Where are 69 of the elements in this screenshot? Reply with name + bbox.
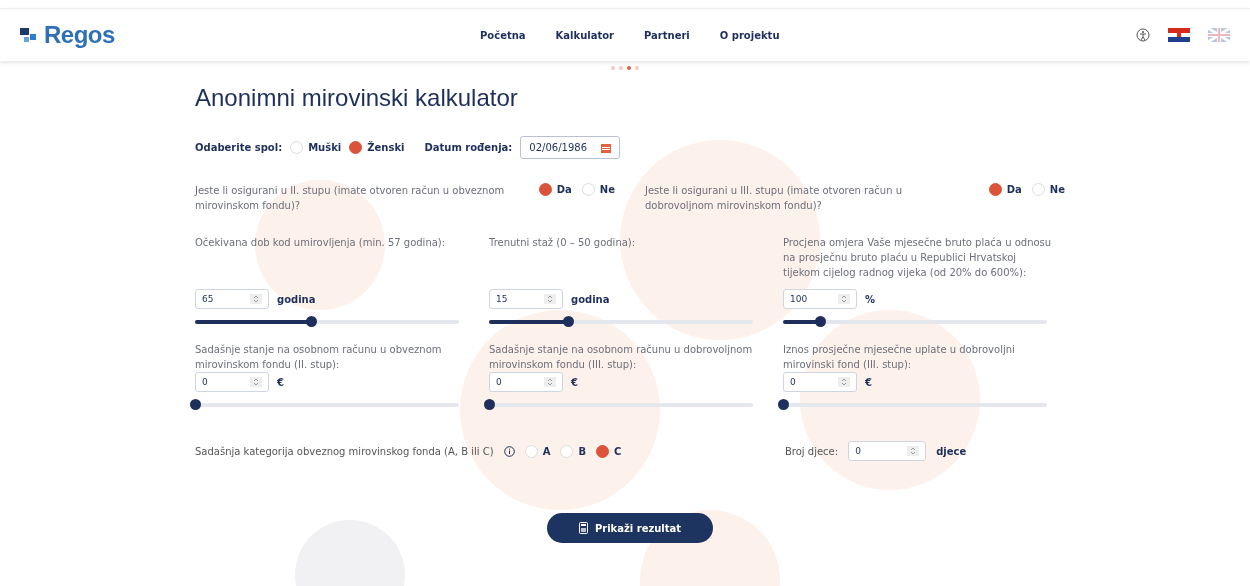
logo-text: Regos	[44, 21, 115, 49]
spinner-icon[interactable]	[838, 294, 850, 304]
unit-label: €	[277, 376, 284, 388]
gender-radio[interactable]: Muški	[290, 141, 342, 154]
unit-label: %	[865, 293, 876, 305]
number-field[interactable]: 0	[195, 372, 269, 392]
number-field[interactable]: 15	[489, 289, 563, 309]
page-title: Anonimni mirovinski kalkulator	[195, 84, 519, 112]
unit-label: godina	[571, 293, 610, 305]
children-label: Broj djece:	[785, 445, 839, 457]
slider-thumb[interactable]	[778, 398, 789, 410]
answer-radio[interactable]: Ne	[581, 183, 615, 196]
spinner-icon[interactable]	[907, 446, 920, 456]
spinner-icon[interactable]	[838, 377, 850, 387]
nav-link[interactable]: O projektu	[719, 29, 780, 41]
slider-thumb[interactable]	[563, 315, 575, 327]
radio-circle[interactable]	[538, 183, 552, 196]
accessibility-icon[interactable]	[1136, 28, 1150, 42]
pager-dot[interactable]	[627, 66, 631, 70]
birth-date-label: Datum rođenja:	[424, 142, 513, 153]
slider-thumb[interactable]	[190, 398, 201, 410]
field-label: Očekivana dob kod umirovljenja (min. 57 godina):	[195, 236, 447, 250]
unit-label: djece	[936, 445, 967, 457]
pager-dot[interactable]	[611, 66, 615, 70]
number-field[interactable]: 0	[783, 372, 857, 392]
calendar-icon[interactable]	[601, 142, 611, 153]
answer-radio[interactable]: Da	[538, 183, 572, 196]
question-text: Jeste li osigurani u III. stupu (imate otvoren račun u dobrovoljnom mirovinskom fondu)?	[645, 184, 904, 213]
pager-dot[interactable]	[635, 66, 639, 70]
category-radio[interactable]: B	[560, 444, 586, 458]
category-radio[interactable]: C	[596, 444, 622, 458]
date-value: 02/06/1986	[529, 142, 587, 153]
field-label: Sadašnje stanje na osobnom računu u dobrovoljnom mirovinskom fondu (III. stup):	[489, 343, 754, 372]
spinner-icon[interactable]	[544, 377, 556, 387]
category-radio[interactable]: A	[524, 444, 551, 458]
spinner-icon[interactable]	[250, 377, 262, 387]
field-label: Iznos prosječne mjesečne uplate u dobrovoljni mirovinski fond (III. stup):	[783, 343, 1016, 372]
unit-label: €	[571, 376, 578, 388]
slider-thumb[interactable]	[484, 398, 495, 410]
question-text: Jeste li osigurani u II. stupu (imate otvoren račun u obveznom mirovinskom fondu)?	[195, 184, 506, 213]
nav-link[interactable]: Kalkulator	[555, 29, 614, 41]
number-field[interactable]: 100	[783, 289, 857, 309]
field-label: Trenutni staž (0 – 50 godina):	[489, 236, 637, 250]
pager-dot[interactable]	[619, 66, 623, 70]
radio-circle[interactable]	[349, 141, 363, 154]
nav-link[interactable]: Partneri	[644, 29, 690, 41]
answer-radio[interactable]: Ne	[1031, 183, 1065, 196]
number-field[interactable]: 0	[848, 441, 927, 461]
number-field[interactable]: 0	[489, 372, 563, 392]
date-field[interactable]: 02/06/1986	[520, 136, 620, 159]
spinner-icon[interactable]	[250, 294, 262, 304]
unit-label: €	[865, 376, 872, 388]
slider-thumb[interactable]	[306, 315, 318, 327]
calculator-icon	[578, 522, 588, 534]
slider-thumb[interactable]	[814, 315, 826, 327]
nav-link[interactable]: Početna	[480, 29, 526, 41]
answer-radio[interactable]: Da	[988, 183, 1022, 196]
radio-circle[interactable]	[988, 183, 1002, 196]
gender-radio[interactable]: Ženski	[349, 141, 405, 154]
number-field[interactable]: 65	[195, 289, 269, 309]
unit-label: godina	[277, 293, 316, 305]
field-label: Sadašnje stanje na osobnom računu u obveznom mirovinskom fondu (II. stup):	[195, 343, 443, 372]
field-label: Procjena omjera Vaše mjesečne bruto plaća u odnosu na prosječnu bruto plaću u Republici Hrvatskoj tijekom cijelog radnog vijeka (od 20% do 600%):	[783, 236, 1053, 280]
show-result-button[interactable]: Prikaži rezultat	[546, 513, 714, 543]
info-icon[interactable]	[503, 445, 515, 457]
category-label: Sadašnja kategorija obveznog mirovinskog fonda (A, B ili C)	[195, 445, 494, 457]
spinner-icon[interactable]	[544, 294, 556, 304]
croatian-flag-icon[interactable]	[1168, 28, 1190, 42]
gender-label: Odaberite spol:	[195, 142, 283, 153]
